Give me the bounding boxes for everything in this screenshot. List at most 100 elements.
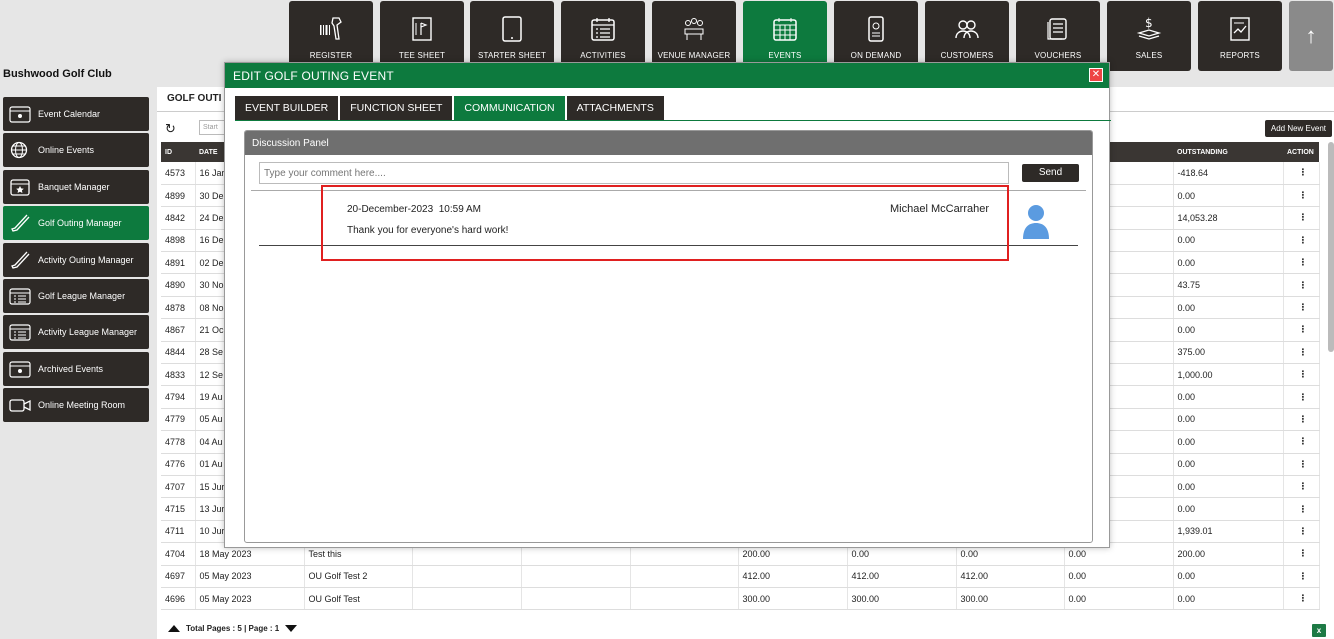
- page-title: GOLF OUTI: [167, 93, 222, 104]
- close-icon[interactable]: ✕: [1089, 68, 1103, 82]
- table-cell: 4704: [161, 542, 196, 566]
- table-cell: 0.00: [1173, 408, 1284, 432]
- nav-register-button[interactable]: REGISTER: [289, 1, 373, 71]
- row-action-menu-icon[interactable]: ⋮: [1283, 318, 1320, 342]
- table-cell: 0.00: [1173, 475, 1284, 499]
- table-cell: 0.00: [1173, 296, 1284, 320]
- send-button[interactable]: Send: [1022, 164, 1079, 182]
- sidebar-item-activity-league-manager[interactable]: Activity League Manager: [3, 315, 149, 350]
- table-row[interactable]: 4696 05 May 2023 OU Golf Test 300.00 300.00 3…: [161, 587, 1320, 611]
- table-cell: 4833: [161, 363, 196, 387]
- column-header[interactable]: ACTION: [1283, 142, 1319, 162]
- sidebar-item-archived-events[interactable]: Archived Events: [3, 351, 149, 386]
- sidebar-item-banquet-manager[interactable]: Banquet Manager: [3, 169, 149, 204]
- row-action-menu-icon[interactable]: ⋮: [1283, 497, 1320, 521]
- table-cell: 4890: [161, 273, 196, 297]
- table-cell: 4707: [161, 475, 196, 499]
- row-action-menu-icon[interactable]: ⋮: [1283, 162, 1320, 185]
- table-cell: 05 May 2023: [195, 565, 305, 588]
- avatar-icon: [1023, 205, 1049, 239]
- edit-golf-outing-modal: EDIT GOLF OUTING EVENT ✕ EVENT BUILDER F…: [224, 62, 1111, 548]
- column-header[interactable]: ID: [161, 142, 195, 162]
- tab-communication[interactable]: COMMUNICATION: [454, 96, 565, 120]
- row-action-menu-icon[interactable]: ⋮: [1283, 184, 1320, 208]
- sidebar-item-label: Activity League Manager: [38, 327, 138, 338]
- row-action-menu-icon[interactable]: ⋮: [1283, 363, 1320, 387]
- table-cell: 0.00: [1064, 565, 1174, 588]
- table-scrollbar[interactable]: [1328, 142, 1334, 352]
- table-cell: [412, 565, 522, 588]
- row-action-menu-icon[interactable]: ⋮: [1283, 587, 1320, 611]
- sidebar-item-online-meeting-room[interactable]: Online Meeting Room: [3, 388, 149, 423]
- list-calendar-icon: [9, 288, 31, 305]
- table-cell: 0.00: [1173, 385, 1284, 409]
- sidebar-item-label: Event Calendar: [38, 109, 101, 119]
- up-arrow-icon: ↑: [1305, 23, 1317, 48]
- refresh-icon[interactable]: ↻: [165, 121, 176, 137]
- table-cell: 4715: [161, 497, 196, 521]
- table-cell: 0.00: [1064, 587, 1174, 611]
- sidebar-item-label: Golf Outing Manager: [38, 218, 122, 229]
- excel-export-icon[interactable]: x: [1312, 624, 1326, 637]
- star-calendar-icon: [10, 179, 30, 196]
- calendar-icon: [9, 106, 31, 123]
- row-action-menu-icon[interactable]: ⋮: [1283, 453, 1320, 476]
- nav-tee-sheet-button[interactable]: TEE SHEET: [380, 1, 464, 71]
- page-dropdown-icon[interactable]: [285, 625, 298, 632]
- row-action-menu-icon[interactable]: ⋮: [1283, 565, 1320, 588]
- scroll-up-button[interactable]: ↑: [1289, 1, 1333, 71]
- table-cell: OU Golf Test 2: [304, 565, 413, 588]
- sales-icon: $: [1136, 16, 1162, 40]
- voucher-icon: [1047, 18, 1067, 40]
- nav-activities-button[interactable]: ACTIVITIES: [561, 1, 645, 71]
- row-action-menu-icon[interactable]: ⋮: [1283, 341, 1320, 365]
- row-action-menu-icon[interactable]: ⋮: [1283, 229, 1320, 253]
- table-cell: [412, 587, 522, 611]
- table-cell: 4794: [161, 385, 196, 409]
- nav-label: CUSTOMERS: [940, 51, 994, 60]
- table-cell: OU Golf Test: [304, 587, 413, 611]
- table-cell: 0.00: [1173, 184, 1284, 208]
- sidebar-item-golf-outing-manager[interactable]: Golf Outing Manager: [3, 206, 149, 241]
- nav-vouchers-button[interactable]: VOUCHERS: [1016, 1, 1100, 71]
- table-cell: 0.00: [1173, 318, 1284, 342]
- nav-customers-button[interactable]: CUSTOMERS: [925, 1, 1009, 71]
- row-action-menu-icon[interactable]: ⋮: [1283, 408, 1320, 432]
- add-new-event-button[interactable]: Add New Event: [1264, 120, 1332, 137]
- row-action-menu-icon[interactable]: ⋮: [1283, 430, 1320, 454]
- row-action-menu-icon[interactable]: ⋮: [1283, 385, 1320, 409]
- nav-starter-sheet-button[interactable]: STARTER SHEET: [470, 1, 554, 71]
- nav-events-button[interactable]: EVENTS: [743, 1, 827, 71]
- row-action-menu-icon[interactable]: ⋮: [1283, 273, 1320, 297]
- nav-on-demand-button[interactable]: ON DEMAND: [834, 1, 918, 71]
- sidebar-item-event-calendar[interactable]: Event Calendar: [3, 97, 149, 131]
- venue-icon: [684, 18, 704, 40]
- row-action-menu-icon[interactable]: ⋮: [1283, 296, 1320, 320]
- nav-sales-button[interactable]: $ SALES: [1107, 1, 1191, 71]
- table-cell: [521, 565, 631, 588]
- page-up-icon[interactable]: [168, 625, 180, 632]
- table-cell: 0.00: [1173, 229, 1284, 253]
- table-cell: -418.64: [1173, 162, 1284, 185]
- table-cell: 300.00: [847, 587, 957, 611]
- nav-reports-button[interactable]: REPORTS: [1198, 1, 1282, 71]
- row-action-menu-icon[interactable]: ⋮: [1283, 475, 1320, 499]
- row-action-menu-icon[interactable]: ⋮: [1283, 520, 1320, 544]
- tab-event-builder[interactable]: EVENT BUILDER: [235, 96, 339, 120]
- list-calendar-icon: [9, 324, 31, 341]
- nav-venue-manager-button[interactable]: VENUE MANAGER: [652, 1, 736, 71]
- tab-attachments[interactable]: ATTACHMENTS: [566, 96, 664, 120]
- table-cell: 0.00: [1173, 453, 1284, 476]
- tablet-icon: [502, 16, 522, 42]
- table-cell: 4696: [161, 587, 196, 611]
- sidebar-item-golf-league-manager[interactable]: Golf League Manager: [3, 278, 149, 313]
- sidebar-item-activity-outing-manager[interactable]: Activity Outing Manager: [3, 242, 149, 277]
- comment-input[interactable]: [259, 162, 1009, 184]
- row-action-menu-icon[interactable]: ⋮: [1283, 542, 1320, 566]
- row-action-menu-icon[interactable]: ⋮: [1283, 206, 1320, 230]
- column-header[interactable]: OUTSTANDING: [1173, 142, 1283, 162]
- row-action-menu-icon[interactable]: ⋮: [1283, 251, 1320, 275]
- sidebar-item-online-events[interactable]: Online Events: [3, 133, 149, 168]
- tab-function-sheet[interactable]: FUNCTION SHEET: [340, 96, 453, 120]
- table-row[interactable]: 4697 05 May 2023 OU Golf Test 2 412.00 412.0…: [161, 565, 1320, 588]
